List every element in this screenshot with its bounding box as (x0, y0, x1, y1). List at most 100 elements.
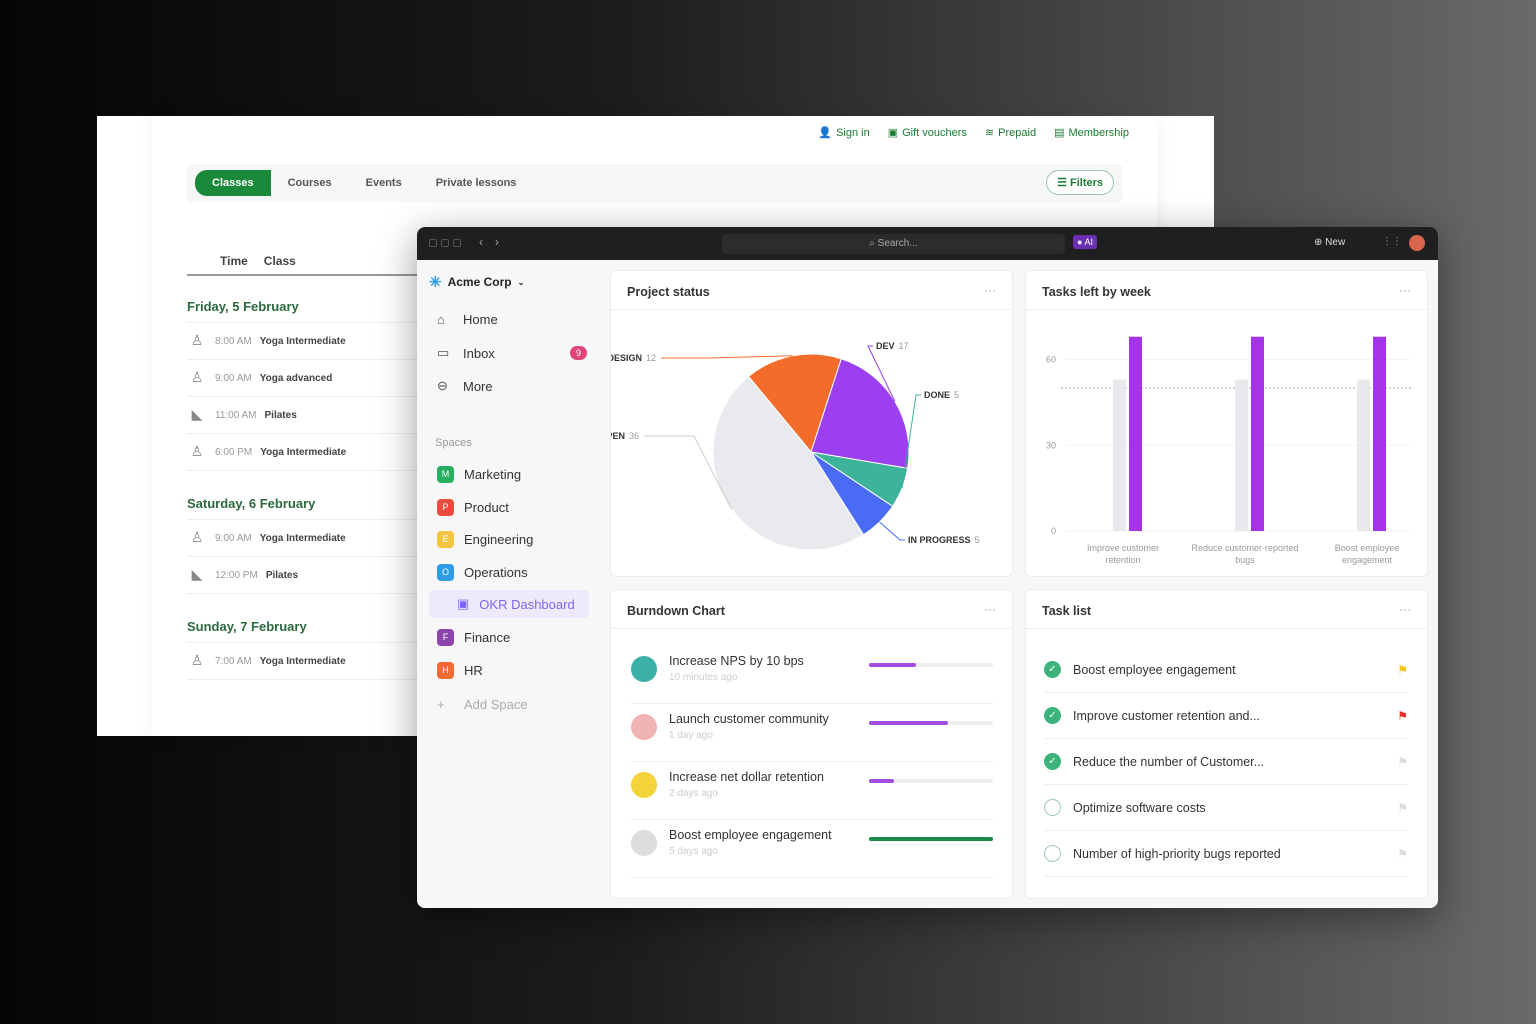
sidebar-item-okr-dashboard[interactable]: ▣ OKR Dashboard (429, 590, 589, 619)
spaces-heading: Spaces (435, 437, 472, 449)
burndown-item[interactable]: Launch customer community 1 day ago (631, 704, 993, 762)
sidebar-item-product[interactable]: P Product (437, 498, 587, 516)
class-row[interactable]: ♙ 8:00 AM Yoga Intermediate (187, 323, 417, 360)
sidebar-item-marketing[interactable]: M Marketing (437, 466, 587, 483)
bar (1129, 336, 1142, 531)
col-class: Class (263, 254, 296, 268)
check-circle-icon[interactable]: ✓ (1044, 753, 1061, 770)
sidebar-item-label: HR (464, 662, 483, 678)
top-links: 👤 Sign in ▣ Gift vouchers ≋ Prepaid ▤ Membershi… (818, 126, 1129, 140)
more-button[interactable]: ··· (1399, 602, 1411, 616)
task-item[interactable]: Number of high-priority bugs reported ⚑ (1044, 831, 1408, 877)
ai-button[interactable]: ● AI (1073, 235, 1097, 249)
burndown-item[interactable]: Increase NPS by 10 bps 10 minutes ago (631, 646, 993, 704)
plus-circle-icon: ⊕ (1314, 237, 1323, 248)
window-controls[interactable] (429, 239, 461, 247)
bar (1235, 379, 1248, 531)
tab-courses[interactable]: Courses (271, 170, 349, 196)
class-row[interactable]: ♙ 6:00 PM Yoga Intermediate (187, 434, 417, 471)
apps-grid-icon[interactable]: ⋮⋮ (1382, 236, 1402, 247)
more-button[interactable]: ··· (984, 602, 996, 616)
class-time: 7:00 AM (215, 655, 252, 667)
task-item[interactable]: ✓ Reduce the number of Customer... ⚑ (1044, 739, 1408, 785)
class-name: Yoga Intermediate (259, 532, 346, 544)
back-icon[interactable]: ‹ (479, 235, 483, 249)
flag-icon[interactable]: ⚑ (1397, 755, 1408, 769)
space-icon: O (437, 563, 454, 581)
class-row[interactable]: ♙ 7:00 AM Yoga Intermediate (187, 643, 417, 680)
goal-name: Increase net dollar retention (669, 770, 824, 784)
flag-icon[interactable]: ⚑ (1397, 801, 1408, 815)
class-row[interactable]: ◣ 12:00 PM Pilates (187, 557, 417, 594)
forward-icon[interactable]: › (495, 235, 499, 249)
top-link[interactable]: ▤ Membership (1054, 126, 1129, 140)
top-link[interactable]: ▣ Gift vouchers (888, 126, 967, 140)
x-tick-line: Boost employee (1335, 543, 1400, 553)
check-circle-icon[interactable]: ✓ (1044, 707, 1061, 724)
progress-bar (869, 779, 993, 783)
user-icon: 👤 (818, 127, 833, 139)
space-icon: P (437, 498, 454, 516)
top-link[interactable]: 👤 Sign in (818, 126, 870, 140)
bar-chart: 0 30 60 Improve customer retention Reduce cus… (1046, 336, 1411, 565)
ai-label: AI (1084, 237, 1093, 247)
add-space-label: Add Space (464, 697, 528, 712)
sidebar-item-operations[interactable]: O Operations (437, 563, 587, 581)
task-item[interactable]: Optimize software costs ⚑ (1044, 785, 1408, 831)
day-heading: Saturday, 6 February (187, 491, 417, 520)
sidebar-item-more[interactable]: ⊖ More (437, 378, 587, 394)
x-tick-line: Improve customer (1087, 543, 1159, 553)
app-window: ‹ › ⌕ Search... ● AI ⊕ New ⋮⋮ ✳ Acme Corp ⌄… (417, 227, 1438, 908)
tab-classes[interactable]: Classes (195, 170, 271, 196)
sidebar-item-hr[interactable]: H HR (437, 661, 587, 679)
task-name: Reduce the number of Customer... (1073, 754, 1265, 769)
empty-circle-icon[interactable] (1044, 845, 1061, 862)
top-link-label: Prepaid (998, 126, 1037, 139)
goal-time: 10 minutes ago (669, 672, 738, 683)
pie-label-value: 5 (954, 390, 959, 400)
class-name: Yoga Intermediate (259, 655, 346, 667)
flag-icon[interactable]: ⚑ (1397, 847, 1408, 861)
empty-circle-icon[interactable] (1044, 799, 1061, 816)
progress-fill (869, 721, 949, 725)
burndown-item[interactable]: Increase net dollar retention 2 days ago (631, 762, 993, 820)
sidebar-item-inbox[interactable]: ▭ Inbox 9 (437, 345, 587, 361)
tab-events[interactable]: Events (349, 170, 419, 196)
class-thumbnail-icon: ♙ (190, 332, 204, 348)
sidebar-item-label: Finance (464, 630, 511, 645)
sidebar-item-label: Product (464, 499, 509, 515)
top-link[interactable]: ≋ Prepaid (985, 126, 1037, 140)
workspace-switcher[interactable]: ✳ Acme Corp ⌄ (429, 273, 524, 291)
search-input[interactable]: ⌕ Search... (722, 234, 1065, 254)
class-row[interactable]: ♙ 9:00 AM Yoga advanced (187, 360, 417, 397)
title-bar: ‹ › ⌕ Search... ● AI ⊕ New ⋮⋮ (417, 227, 1438, 260)
pie-chart: DESIGN 12 DEV 17 DONE 5 IN PROGRESS 5 OPEN 36 (611, 341, 980, 551)
card-title: Burndown Chart (627, 604, 725, 618)
burndown-card: Burndown Chart ··· Increase NPS by 10 bp… (610, 589, 1013, 899)
pie-label: OPEN 36 (611, 431, 639, 441)
bar (1251, 336, 1264, 531)
new-button[interactable]: ⊕ New (1314, 237, 1345, 248)
sidebar-item-engineering[interactable]: E Engineering (437, 531, 587, 549)
class-row[interactable]: ◣ 11:00 AM Pilates (187, 397, 417, 434)
x-tick-line: Reduce customer-reported (1191, 543, 1298, 553)
class-row[interactable]: ♙ 9:00 AM Yoga Intermediate (187, 520, 417, 557)
burndown-item[interactable]: Boost employee engagement 5 days ago (631, 820, 993, 878)
flag-icon[interactable]: ⚑ (1397, 709, 1408, 723)
tab-private-lessons[interactable]: Private lessons (419, 170, 534, 196)
y-tick-label: 30 (1046, 440, 1056, 450)
top-link-label: Sign in (836, 126, 870, 139)
task-item[interactable]: ✓ Boost employee engagement ⚑ (1044, 647, 1408, 693)
task-list-card: Task list ··· ✓ Boost employee engagement… (1025, 589, 1428, 899)
sidebar-item-home[interactable]: ⌂ Home (437, 312, 587, 327)
sidebar-item-finance[interactable]: F Finance (437, 629, 587, 646)
avatar[interactable] (1409, 235, 1425, 251)
class-thumbnail-icon: ♙ (190, 443, 204, 459)
add-space-button[interactable]: + Add Space (437, 697, 587, 712)
task-name: Boost employee engagement (1073, 662, 1236, 677)
filters-button[interactable]: ☰ Filters (1046, 170, 1114, 195)
new-label: New (1325, 237, 1346, 248)
flag-icon[interactable]: ⚑ (1397, 663, 1408, 677)
task-item[interactable]: ✓ Improve customer retention and... ⚑ (1044, 693, 1408, 739)
check-circle-icon[interactable]: ✓ (1044, 661, 1061, 678)
